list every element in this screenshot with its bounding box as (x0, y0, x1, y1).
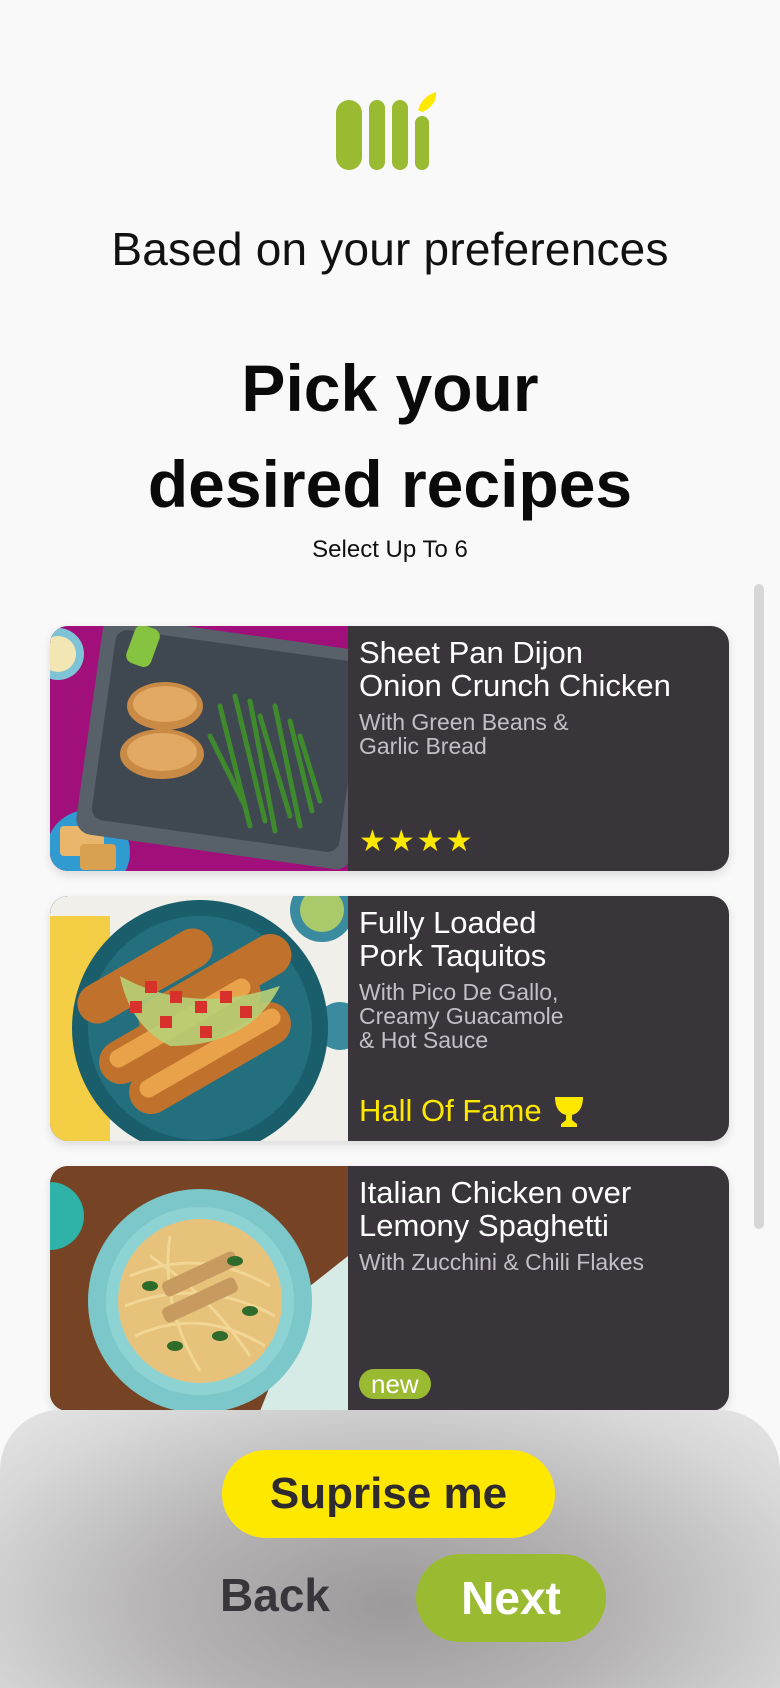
hall-of-fame-badge: Hall Of Fame (359, 1093, 586, 1129)
rating-stars: ★★★★ (359, 825, 475, 858)
trophy-icon (554, 1097, 583, 1127)
recipe-card[interactable]: Fully Loaded Pork Taquitos With Pico De … (50, 896, 729, 1141)
page-title-line-1: Pick your (241, 351, 539, 425)
hall-of-fame-label: Hall Of Fame (359, 1093, 542, 1128)
recipe-card-body: Sheet Pan Dijon Onion Crunch Chicken Wit… (359, 636, 715, 859)
recipe-card-body: Fully Loaded Pork Taquitos With Pico De … (359, 906, 715, 1129)
recipe-description: With Pico De Gallo, Creamy Guacamole & H… (359, 979, 564, 1053)
recipe-name: Italian Chicken over Lemony Spaghetti (359, 1175, 632, 1243)
olli-logo (336, 92, 437, 170)
recipe-card[interactable]: Italian Chicken over Lemony Spaghetti Wi… (50, 1166, 729, 1411)
recipe-name: Sheet Pan Dijon Onion Crunch Chicken (359, 635, 671, 703)
recipe-list: Sheet Pan Dijon Onion Crunch Chicken Wit… (50, 626, 729, 1436)
new-badge-label: new (359, 1369, 431, 1399)
preferences-subtitle: Based on your preferences (111, 223, 669, 275)
recipe-picker-screen: Based on your preferences Pick your desi… (0, 0, 780, 1688)
back-button[interactable]: Back (210, 1560, 340, 1630)
surprise-me-button[interactable]: Suprise me (222, 1450, 555, 1538)
taquitos-photo (50, 896, 348, 1141)
list-scrollbar[interactable] (754, 584, 764, 1229)
next-button[interactable]: Next (416, 1554, 606, 1642)
new-badge: new (359, 1369, 431, 1399)
recipe-name: Fully Loaded Pork Taquitos (359, 905, 547, 973)
selection-limit-hint: Select Up To 6 (312, 536, 468, 563)
page-title-line-2: desired recipes (147, 447, 633, 521)
recipe-card[interactable]: Sheet Pan Dijon Onion Crunch Chicken Wit… (50, 626, 729, 871)
recipe-card-body: Italian Chicken over Lemony Spaghetti Wi… (359, 1176, 715, 1399)
spaghetti-photo (50, 1166, 348, 1411)
sheet-pan-chicken-photo (50, 626, 348, 871)
recipe-rating: ★★★★ (359, 824, 475, 859)
recipe-description: With Zucchini & Chili Flakes (359, 1249, 645, 1275)
recipe-description: With Green Beans & Garlic Bread (359, 709, 569, 759)
page-title: Pick your desired recipes (0, 340, 780, 532)
